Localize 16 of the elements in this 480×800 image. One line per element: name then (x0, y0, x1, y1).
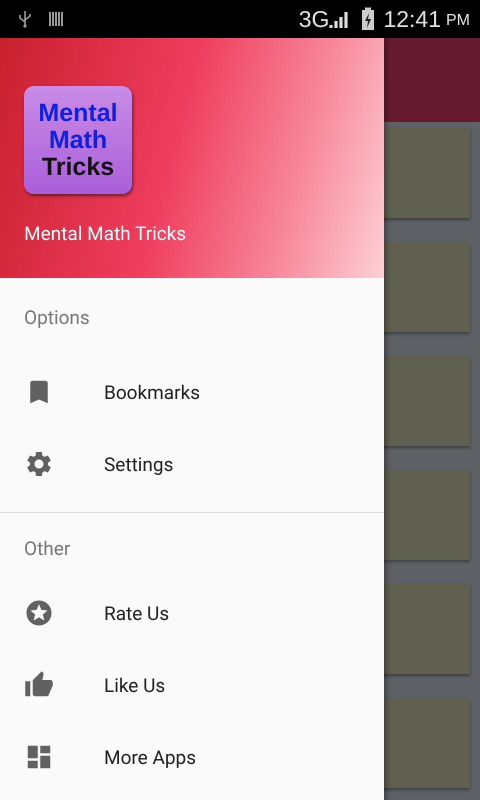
drawer-item[interactable]: Like Us (0, 649, 384, 721)
clock-time: 12:41 (383, 6, 441, 32)
app-logo: Mental Math Tricks (24, 86, 132, 194)
drawer-item[interactable]: More Apps (0, 721, 384, 793)
battery-charging-icon (361, 7, 376, 31)
app-name: Mental Math Tricks (24, 222, 188, 245)
drawer-item[interactable]: Bookmarks (0, 356, 384, 428)
usb-icon (18, 10, 32, 28)
network-type: 3G (298, 6, 330, 32)
barcode-icon (48, 10, 64, 28)
drawer-item[interactable]: Rate Us (0, 577, 384, 649)
section-title: Options (24, 306, 90, 329)
drawer-item[interactable]: Settings (0, 428, 384, 500)
star-icon (24, 598, 54, 628)
section-title: Other (24, 537, 70, 560)
clock-period: PM (446, 12, 470, 30)
